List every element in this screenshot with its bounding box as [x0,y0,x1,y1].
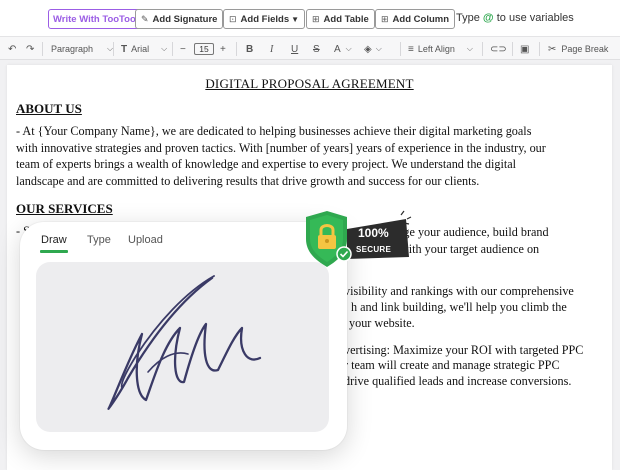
align-select[interactable]: ≡ Left Align ⌵ [408,41,473,57]
decrease-size-button[interactable]: − [180,41,186,57]
strikethrough-icon[interactable]: S [313,41,320,57]
font-size-input[interactable]: 15 [194,41,214,57]
add-signature-button[interactable]: ✎ Add Signature [135,9,224,29]
increase-size-button[interactable]: + [220,41,226,57]
active-tab-indicator [40,250,68,253]
underline-icon[interactable]: U [291,41,298,57]
secure-label: SECURE [356,245,392,254]
security-badge: 100% SECURE [303,209,413,269]
secure-percent: 100% [358,226,389,240]
signature-panel: Draw Type Upload [20,222,347,450]
chevron-down-icon: ⌵ [161,44,168,53]
undo-icon[interactable]: ↶ [8,41,16,57]
write-with-ai-label: Write With TooToo [53,13,136,25]
tab-draw[interactable]: Draw [41,234,67,246]
services-text-fragment: r team will create and manage strategic … [344,358,560,372]
tab-type[interactable]: Type [87,234,111,246]
write-with-ai-button[interactable]: Write With TooToo [48,9,141,29]
tab-upload[interactable]: Upload [128,234,163,246]
image-icon[interactable]: ▣ [520,41,529,57]
column-icon: ⊞ [381,13,389,24]
add-table-button[interactable]: ⊞ Add Table [306,9,375,29]
highlight-icon[interactable]: ◈ ⌵ [364,41,382,57]
services-text-fragment: your website. [349,316,415,330]
variable-hint: Type @ to use variables [456,12,574,24]
add-column-button[interactable]: ⊞ Add Column [375,9,456,29]
about-heading: ABOUT US [16,101,82,116]
redo-icon[interactable]: ↷ [26,41,34,57]
fields-icon: ⊡ [229,13,237,24]
add-table-label: Add Table [323,13,369,25]
format-toolbar: ↶ ↷ Paragraph ⌵ T Arial ⌵ − 15 + B I U S… [0,36,620,60]
chevron-down-icon: ⌵ [466,44,473,53]
paragraph-select[interactable]: Paragraph ⌵ [51,41,113,57]
add-column-label: Add Column [392,13,450,25]
services-text-fragment: visibility and rankings with our compreh… [344,284,574,298]
add-fields-button[interactable]: ⊡ Add Fields ▼ [223,9,306,29]
dropdown-icon: ▼ [291,14,300,24]
align-icon: ≡ [408,43,414,55]
pen-icon: ✎ [141,13,149,24]
about-paragraph: - At {Your Company Name}, we are dedicat… [16,124,546,188]
link-icon[interactable]: ⊂⊃ [490,41,507,57]
scissors-icon: ✂ [548,43,557,55]
text-icon: T [121,43,128,55]
document-title: DIGITAL PROPOSAL AGREEMENT [205,76,414,91]
signature-draw-pad[interactable] [36,262,329,432]
services-text-fragment: h and link building, we'll help you clim… [351,300,567,314]
font-select[interactable]: T Arial ⌵ [121,41,167,57]
add-fields-label: Add Fields [240,13,290,25]
top-action-bar: Write With TooToo ✎ Add Signature ⊡ Add … [0,0,620,36]
services-heading: OUR SERVICES [16,201,113,216]
page-break-button[interactable]: ✂ Page Break [548,41,608,57]
signature-drawing [107,275,262,410]
font-color-icon[interactable]: A ⌵ [334,41,352,57]
services-text-fragment: drive qualified leads and increase conve… [344,374,572,388]
bold-icon[interactable]: B [246,41,253,57]
services-text-fragment: age your audience, build brand [398,225,549,239]
add-signature-label: Add Signature [152,13,218,25]
table-icon: ⊞ [312,13,320,24]
italic-icon[interactable]: I [270,41,273,57]
